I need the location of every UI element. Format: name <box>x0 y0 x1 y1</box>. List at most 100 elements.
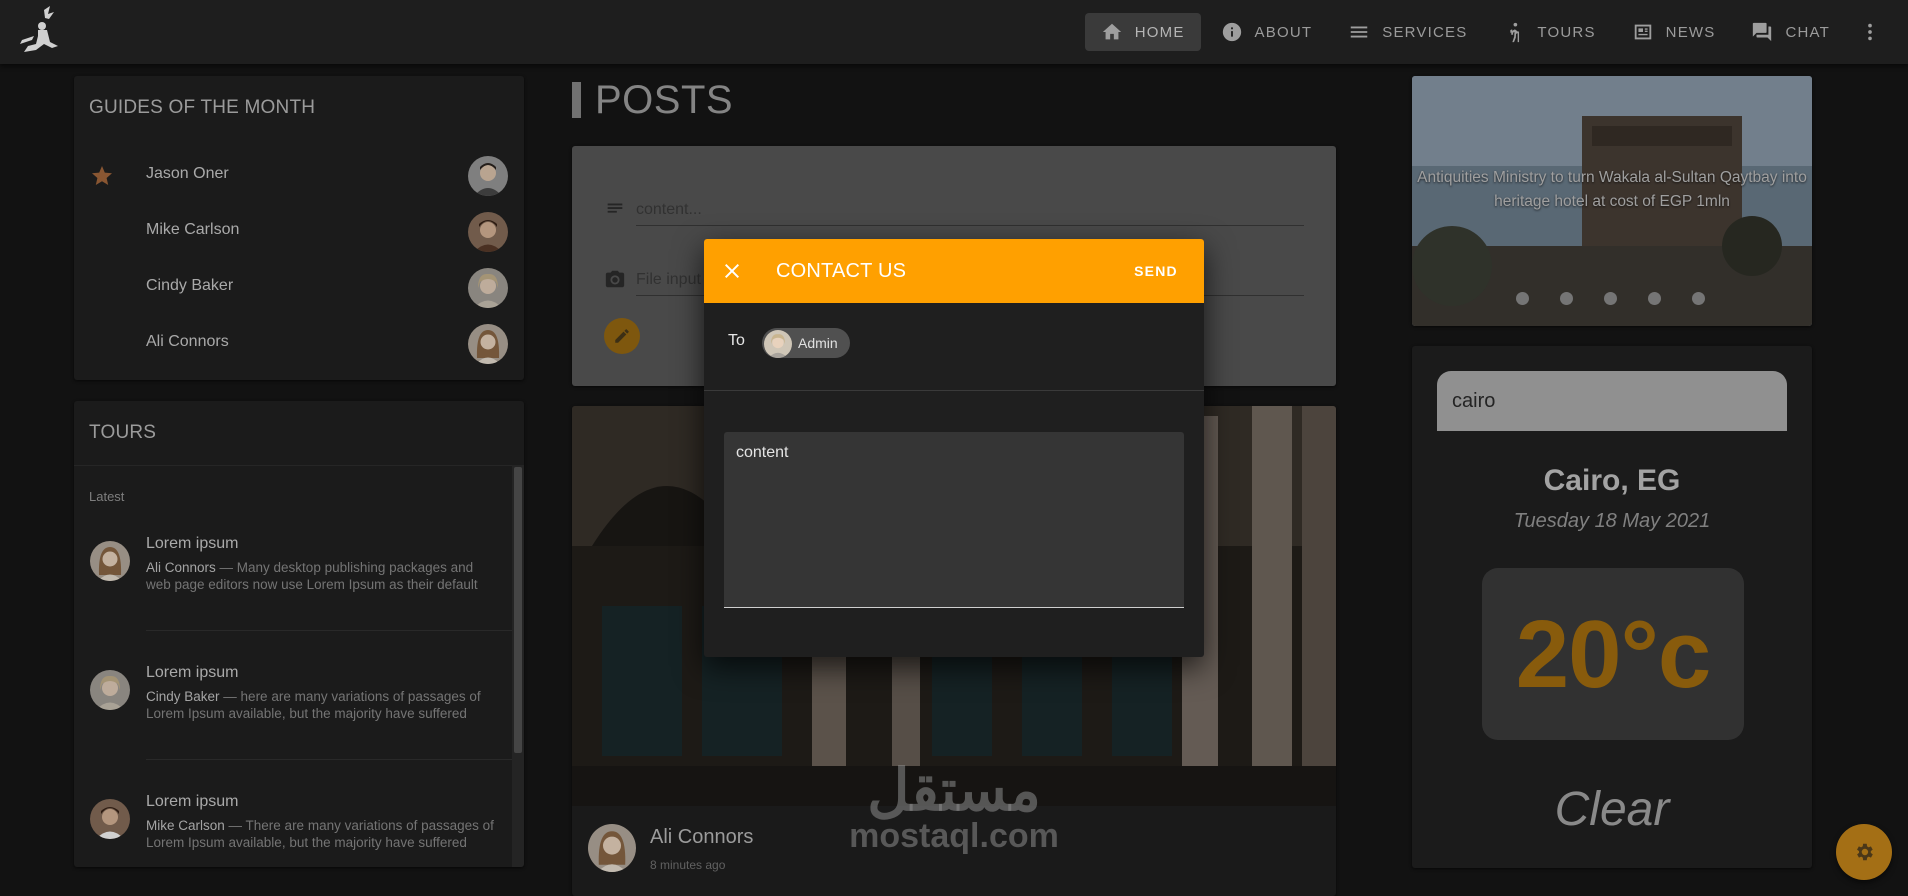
tour-subtitle: Ali Connors — Many desktop publishing pa… <box>146 559 500 593</box>
weather-date: Tuesday 18 May 2021 <box>1513 510 1711 532</box>
nav-news[interactable]: NEWS <box>1616 13 1732 51</box>
subject-lines-icon <box>607 203 623 213</box>
more-vertical-icon <box>1868 23 1872 41</box>
weather-card: cairo Cairo, EG Tuesday 18 May 2021 20°c… <box>1412 346 1812 868</box>
nav-tours[interactable]: TOURS <box>1487 13 1611 51</box>
avatar <box>90 670 130 710</box>
carousel-dot[interactable] <box>1516 292 1529 305</box>
tours-subheader: Latest <box>89 489 125 504</box>
divider <box>146 759 516 760</box>
weather-city: Cairo, EG <box>1543 464 1681 497</box>
heading-accent-bar <box>572 82 581 118</box>
tour-subtitle: Mike Carlson — There are many variations… <box>146 817 500 851</box>
carousel-indicators <box>1516 292 1736 305</box>
carousel-dot[interactable] <box>1560 292 1573 305</box>
forum-icon <box>1753 22 1772 42</box>
tour-title: Lorem ipsum <box>146 664 239 681</box>
temperature-value: 20°c <box>1515 601 1712 708</box>
posts-heading: POSTS <box>572 76 733 124</box>
tours-card: TOURS Latest Lorem ipsum Ali Connors — M… <box>74 401 524 867</box>
close-icon <box>725 264 739 278</box>
guides-card: GUIDES OF THE MONTH Jason Oner Mike Carl… <box>74 76 524 380</box>
close-button[interactable] <box>720 259 744 283</box>
nav-services-label: SERVICES <box>1382 23 1468 41</box>
tour-list-item[interactable]: Lorem ipsum Cindy Baker — here are many … <box>74 652 514 780</box>
tours-scrollbar-thumb[interactable] <box>514 467 522 753</box>
guides-title: GUIDES OF THE MONTH <box>89 97 316 118</box>
tour-list-item[interactable]: Lorem ipsum Mike Carlson — There are man… <box>74 781 514 867</box>
watermark-latin: mostaql.com <box>849 817 1059 855</box>
nav-home-label: HOME <box>1134 23 1185 41</box>
guide-item[interactable]: Ali Connors <box>74 316 524 372</box>
guide-item[interactable]: Jason Oner <box>74 148 524 204</box>
guide-name: Cindy Baker <box>146 277 234 294</box>
divider <box>146 630 516 631</box>
more-menu-button[interactable] <box>1850 13 1890 51</box>
settings-fab[interactable] <box>1836 824 1892 880</box>
tour-title: Lorem ipsum <box>146 793 239 810</box>
page-title: POSTS <box>595 77 734 122</box>
gear-icon <box>1857 843 1873 861</box>
avatar <box>764 330 792 358</box>
recipient-name: Admin <box>798 335 838 351</box>
nav-news-label: NEWS <box>1665 23 1716 41</box>
nav-services[interactable]: SERVICES <box>1332 13 1483 51</box>
city-search-input[interactable]: cairo <box>1437 371 1787 431</box>
post-timestamp: 8 minutes ago <box>650 858 726 872</box>
divider <box>704 390 1204 391</box>
tour-list-item[interactable]: Lorem ipsum Ali Connors — Many desktop p… <box>74 523 514 651</box>
tour-author: Mike Carlson <box>146 818 225 833</box>
avatar[interactable] <box>588 824 636 872</box>
home-icon <box>1102 23 1121 40</box>
guide-item[interactable]: Mike Carlson <box>74 204 524 260</box>
info-icon <box>1222 22 1241 42</box>
tour-title: Lorem ipsum <box>146 535 239 552</box>
to-label: To <box>728 332 745 349</box>
nav-about[interactable]: ABOUT <box>1205 13 1329 51</box>
camera-icon <box>605 270 625 288</box>
dialog-toolbar: CONTACT US SEND <box>704 239 1204 303</box>
carousel-dot[interactable] <box>1604 292 1617 305</box>
dialog-title: CONTACT US <box>776 260 907 282</box>
tour-author: Cindy Baker <box>146 689 220 704</box>
avatar <box>90 541 130 581</box>
watermark: مستقل mostaql.com <box>824 758 1084 855</box>
send-button[interactable]: SEND <box>1120 253 1192 289</box>
top-app-bar: HOME ABOUT SERVICES TOURS NEWS CHAT <box>0 0 1908 64</box>
contact-dialog: CONTACT US SEND To Admin content <box>704 239 1204 657</box>
logo-icon[interactable] <box>14 6 68 58</box>
tour-author: Ali Connors <box>146 560 216 575</box>
carousel-dot[interactable] <box>1692 292 1705 305</box>
watermark-arabic: مستقل <box>867 758 1041 823</box>
nav-tours-label: TOURS <box>1537 23 1596 41</box>
message-textarea[interactable]: content <box>724 432 1184 608</box>
tours-title: TOURS <box>89 422 157 443</box>
avatar <box>90 799 130 839</box>
pencil-icon <box>615 329 629 343</box>
temperature-box: 20°c <box>1482 568 1744 740</box>
nav-about-label: ABOUT <box>1254 23 1313 41</box>
menu-lines-icon <box>1350 26 1368 38</box>
guide-item[interactable]: Cindy Baker <box>74 260 524 316</box>
guide-name: Jason Oner <box>146 165 229 182</box>
guide-name: Mike Carlson <box>146 221 240 238</box>
newspaper-icon <box>1634 24 1651 40</box>
hiking-icon <box>1510 22 1520 43</box>
nav-home[interactable]: HOME <box>1084 13 1201 51</box>
submit-post-button[interactable] <box>604 318 640 354</box>
recipient-chip[interactable]: Admin <box>762 328 850 358</box>
star-icon <box>92 166 112 185</box>
nav-chat[interactable]: CHAT <box>1735 13 1846 51</box>
divider <box>74 465 524 466</box>
carousel-dot[interactable] <box>1648 292 1661 305</box>
avatar <box>468 324 508 364</box>
avatar <box>468 212 508 252</box>
content-input[interactable]: content... <box>636 194 1304 226</box>
tour-subtitle: Cindy Baker — here are many variations o… <box>146 688 500 722</box>
content-field-row: content... <box>604 194 1304 226</box>
news-caption[interactable]: Antiquities Ministry to turn Wakala al-S… <box>1412 166 1812 214</box>
avatar <box>468 268 508 308</box>
post-author[interactable]: Ali Connors <box>650 826 753 849</box>
guide-name: Ali Connors <box>146 333 229 350</box>
avatar <box>468 156 508 196</box>
